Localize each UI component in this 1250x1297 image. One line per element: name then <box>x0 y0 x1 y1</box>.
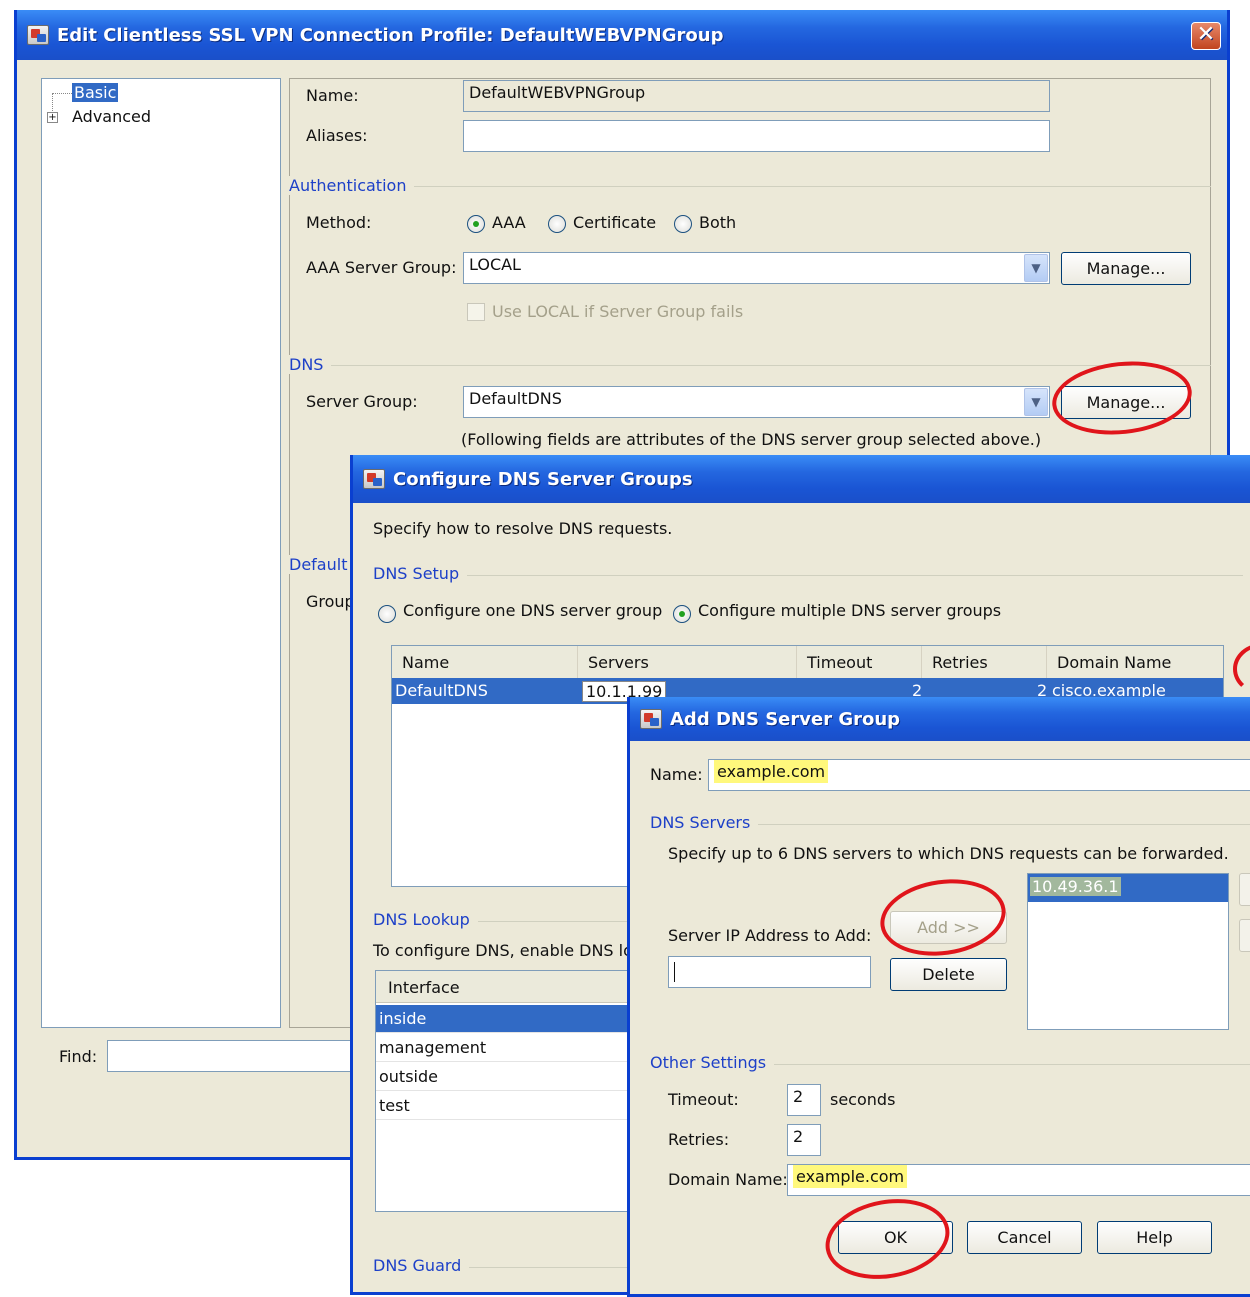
cancel-button[interactable]: Cancel <box>967 1221 1082 1254</box>
aaa-server-group-label: AAA Server Group: <box>306 258 457 277</box>
authentication-section-title: Authentication <box>289 176 415 195</box>
annotation-circle <box>875 871 1011 964</box>
domain-name-label: Domain Name: <box>668 1170 788 1189</box>
dns-setup-line <box>463 575 1243 576</box>
dns-setup-title: DNS Setup <box>373 564 468 583</box>
server-ip-label: Server IP Address to Add: <box>668 926 872 945</box>
server-group-label: Server Group: <box>306 392 418 411</box>
method-label: Method: <box>306 213 372 232</box>
nav-tree-panel: Basic + Advanced <box>41 78 281 1028</box>
row-name: DefaultDNS <box>395 681 488 700</box>
dns-guard-title: DNS Guard <box>373 1256 470 1275</box>
close-icon[interactable]: ✕ <box>1191 22 1221 50</box>
text-caret <box>674 962 675 982</box>
name-label: Name: <box>306 86 359 105</box>
expand-icon[interactable]: + <box>47 112 58 123</box>
add-dns-group-title: Add DNS Server Group <box>670 708 901 730</box>
server-list: 10.49.36.1 <box>1027 873 1229 1030</box>
add-name-value: example.com <box>714 760 829 783</box>
dns-servers-title: DNS Servers <box>650 813 759 832</box>
aliases-input[interactable] <box>463 120 1050 152</box>
aaa-manage-button[interactable]: Manage... <box>1061 252 1191 285</box>
col-header-name[interactable]: Name <box>392 646 578 678</box>
list-item[interactable]: 10.49.36.1 <box>1028 874 1228 902</box>
chevron-down-icon[interactable]: ▼ <box>1024 388 1048 416</box>
group-label: Group <box>306 592 355 611</box>
configure-dns-titlebar[interactable]: Configure DNS Server Groups <box>353 455 1250 503</box>
use-local-label: Use LOCAL if Server Group fails <box>492 302 744 321</box>
method-aaa-label[interactable]: AAA <box>492 213 526 232</box>
configure-multiple-radio[interactable] <box>673 605 691 623</box>
help-button[interactable]: Help <box>1097 1221 1212 1254</box>
other-settings-title: Other Settings <box>650 1053 775 1072</box>
asdm-app-icon <box>363 469 385 489</box>
domain-name-input[interactable]: example.com <box>787 1164 1250 1196</box>
dns-lookup-title: DNS Lookup <box>373 910 478 929</box>
tree-item-basic[interactable]: Basic <box>72 83 119 102</box>
tree-line-h <box>52 93 72 94</box>
timeout-label: Timeout: <box>668 1090 739 1109</box>
asdm-app-icon <box>640 709 662 729</box>
edit-profile-title: Edit Clientless SSL VPN Connection Profi… <box>57 24 724 46</box>
col-header-retries[interactable]: Retries <box>922 646 1047 678</box>
timeout-unit: seconds <box>830 1090 896 1109</box>
method-both-label[interactable]: Both <box>699 213 736 232</box>
timeout-input[interactable]: 2 <box>787 1084 821 1116</box>
side-button-partial[interactable] <box>1239 873 1250 906</box>
name-field: DefaultWEBVPNGroup <box>463 80 1050 112</box>
domain-name-value: example.com <box>793 1165 908 1188</box>
edit-profile-titlebar[interactable]: Edit Clientless SSL VPN Connection Profi… <box>17 10 1227 60</box>
asdm-app-icon <box>27 25 49 45</box>
col-header-domain[interactable]: Domain Name <box>1047 646 1223 678</box>
other-settings-line <box>772 1064 1250 1065</box>
server-ip-input[interactable] <box>668 956 871 988</box>
annotation-circle <box>819 1189 956 1289</box>
method-certificate-radio[interactable] <box>548 215 566 233</box>
method-certificate-label[interactable]: Certificate <box>573 213 656 232</box>
retries-label: Retries: <box>668 1130 730 1149</box>
aaa-server-group-select[interactable]: LOCAL ▼ <box>463 252 1050 284</box>
server-group-value: DefaultDNS <box>469 389 562 408</box>
configure-intro: Specify how to resolve DNS requests. <box>373 519 673 538</box>
col-header-timeout[interactable]: Timeout <box>797 646 922 678</box>
use-local-checkbox[interactable] <box>467 303 485 321</box>
server-list-value: 10.49.36.1 <box>1030 877 1121 896</box>
retries-input[interactable]: 2 <box>787 1124 821 1156</box>
annotation-circle <box>1233 643 1250 695</box>
tree-item-advanced[interactable]: Advanced <box>72 107 151 126</box>
method-aaa-radio[interactable] <box>467 215 485 233</box>
configure-one-radio[interactable] <box>378 605 396 623</box>
configure-multiple-label[interactable]: Configure multiple DNS server groups <box>698 601 1001 620</box>
dns-servers-text: Specify up to 6 DNS servers to which DNS… <box>668 844 1229 863</box>
dns-attributes-note: (Following fields are attributes of the … <box>461 430 1042 449</box>
dns-servers-line <box>758 824 1250 825</box>
auth-group-line <box>289 186 1211 187</box>
add-name-label: Name: <box>650 765 703 784</box>
method-both-radio[interactable] <box>674 215 692 233</box>
side-button-partial[interactable] <box>1239 919 1250 952</box>
add-dns-group-titlebar[interactable]: Add DNS Server Group <box>630 697 1250 741</box>
interface-header-label: Interface <box>388 978 460 997</box>
add-dns-group-dialog: Add DNS Server Group Name: example.com D… <box>627 697 1250 1297</box>
default-section-title: Default <box>289 555 356 574</box>
find-label: Find: <box>59 1047 98 1066</box>
configure-one-label[interactable]: Configure one DNS server group <box>403 601 662 620</box>
aliases-label: Aliases: <box>306 126 368 145</box>
configure-dns-title: Configure DNS Server Groups <box>393 468 693 490</box>
add-name-input[interactable]: example.com <box>708 759 1250 791</box>
chevron-down-icon[interactable]: ▼ <box>1024 254 1048 282</box>
delete-server-button[interactable]: Delete <box>890 958 1007 991</box>
find-input[interactable] <box>107 1040 357 1072</box>
dns-group-line <box>289 365 1211 366</box>
aaa-server-group-value: LOCAL <box>469 255 521 274</box>
server-group-select[interactable]: DefaultDNS ▼ <box>463 386 1050 418</box>
col-header-servers[interactable]: Servers <box>578 646 797 678</box>
dns-section-title: DNS <box>289 355 332 374</box>
